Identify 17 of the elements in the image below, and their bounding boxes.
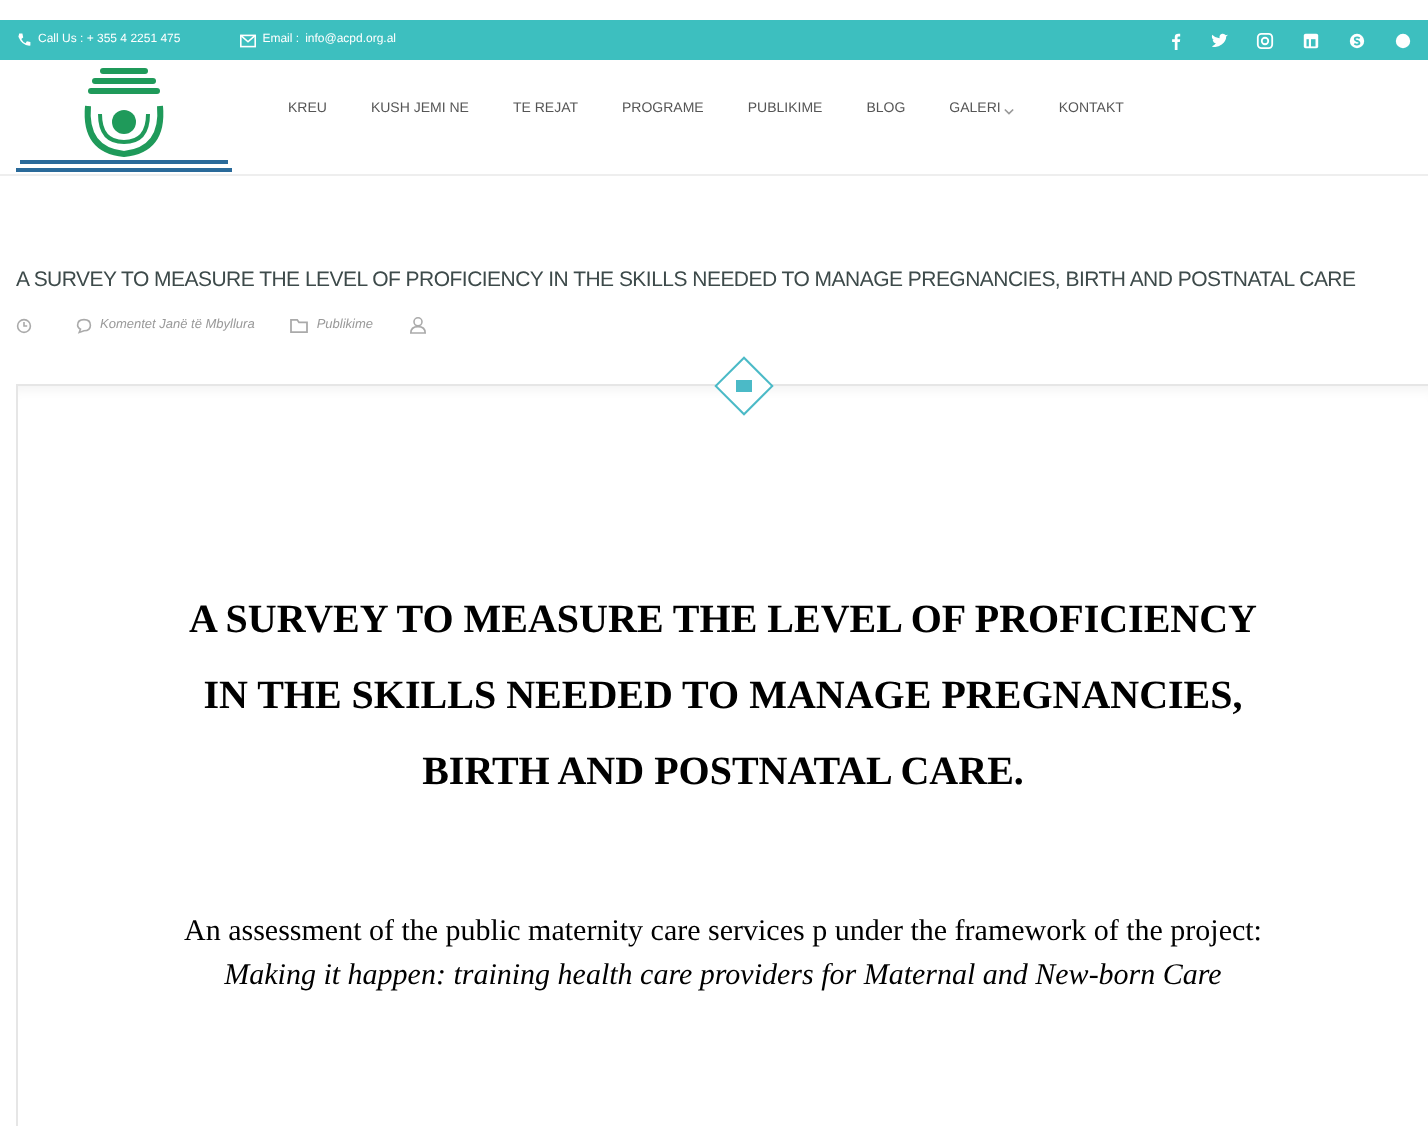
project-title: Making it happen: training health care providers for Maternal and New-born Care — [224, 957, 1222, 995]
skype-icon[interactable] — [1348, 31, 1366, 49]
speech-bubble-icon — [76, 317, 92, 334]
instagram-icon[interactable] — [1256, 31, 1274, 49]
post-title: A SURVEY TO MEASURE THE LEVEL OF PROFICIENCY IN THE SKILLS NEEDED TO MANAGE PREGNANCIES, BIRTH AND POSTNATAL CARE — [16, 266, 1358, 296]
document-intro: An assessment of the public maternity care services p under the framework of the project: — [184, 913, 1262, 951]
user-icon — [409, 316, 426, 335]
twitter-icon[interactable] — [1210, 31, 1228, 49]
document-heading: A SURVEY TO MEASURE THE LEVEL OF PROFICIENCY — [188, 595, 1258, 645]
linkedin-icon[interactable] — [1302, 31, 1320, 49]
clock-icon — [16, 317, 32, 334]
document-heading: IN THE SKILLS NEEDED TO MANAGE PREGNANCIES, — [203, 671, 1243, 721]
circle-icon[interactable] — [1394, 31, 1412, 49]
folder-icon — [290, 317, 309, 334]
mail-icon — [240, 33, 257, 47]
phone-icon — [16, 32, 32, 48]
document-heading: BIRTH AND POSTNATAL CARE. — [422, 747, 1024, 797]
